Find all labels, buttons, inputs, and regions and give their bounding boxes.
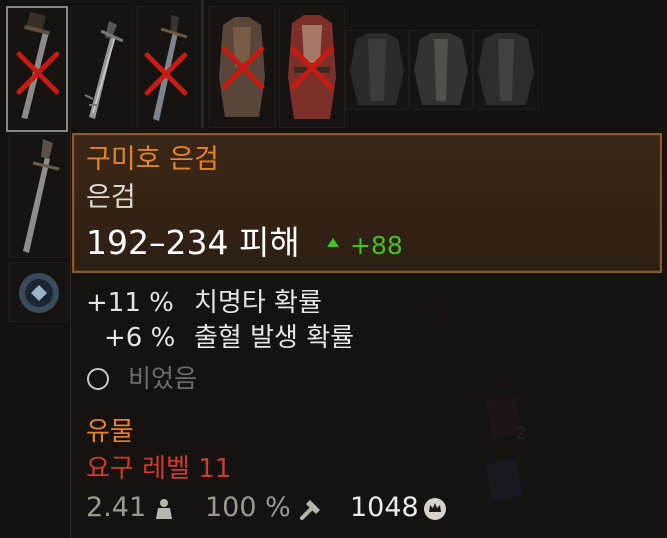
unavailable-x-icon <box>289 45 335 91</box>
unavailable-x-icon <box>15 50 61 96</box>
empty-socket-icon <box>87 368 109 390</box>
increase-arrow-icon <box>327 238 339 247</box>
armor-slot-d[interactable] <box>409 30 473 110</box>
stat-value: +6 % <box>104 323 176 353</box>
weight-icon <box>156 499 172 519</box>
level-requirement: 요구 레벨 11 <box>86 454 232 484</box>
weapon-slot-silver-sword-a[interactable] <box>70 6 134 132</box>
armor-slot-b[interactable] <box>279 6 345 128</box>
doublet-icon <box>478 33 534 105</box>
trophy-slot[interactable] <box>8 262 68 322</box>
slot-divider <box>201 0 204 130</box>
socket-status: 비었음 <box>128 364 198 393</box>
weight-value: 2.41 <box>86 492 147 523</box>
unavailable-x-icon <box>143 51 189 97</box>
armor-slot-e[interactable] <box>473 30 539 110</box>
unavailable-x-icon <box>220 45 266 91</box>
price-value: 1048 <box>350 492 419 523</box>
doublet-icon <box>414 33 468 105</box>
medallion-icon <box>19 273 59 313</box>
armor-slot-c[interactable] <box>345 30 409 110</box>
item-type: 은검 <box>86 182 136 213</box>
stat-value: +11 % <box>86 288 174 318</box>
weapon-slot-steel-sword-selected[interactable] <box>6 6 68 132</box>
item-name: 구미호 은검 <box>86 144 219 175</box>
item-rarity: 유물 <box>86 417 134 447</box>
armor-slot-a[interactable] <box>208 6 276 128</box>
silver-sword-icon <box>23 139 60 253</box>
durability-value: 100 % <box>205 492 291 523</box>
weapon-slot-silver-sword-b[interactable] <box>136 6 198 132</box>
weapon-slot-equipped-sword[interactable] <box>8 134 68 258</box>
hammer-icon <box>300 500 320 520</box>
stat-label: 치명타 확률 <box>194 288 322 318</box>
damage-increase: +88 <box>350 231 403 260</box>
silver-sword-icon <box>84 21 124 119</box>
doublet-icon <box>350 33 404 105</box>
crown-coin-icon <box>424 498 446 520</box>
damage-value: 192–234 피해 <box>86 223 300 262</box>
stat-label: 출혈 발생 확률 <box>194 323 355 353</box>
